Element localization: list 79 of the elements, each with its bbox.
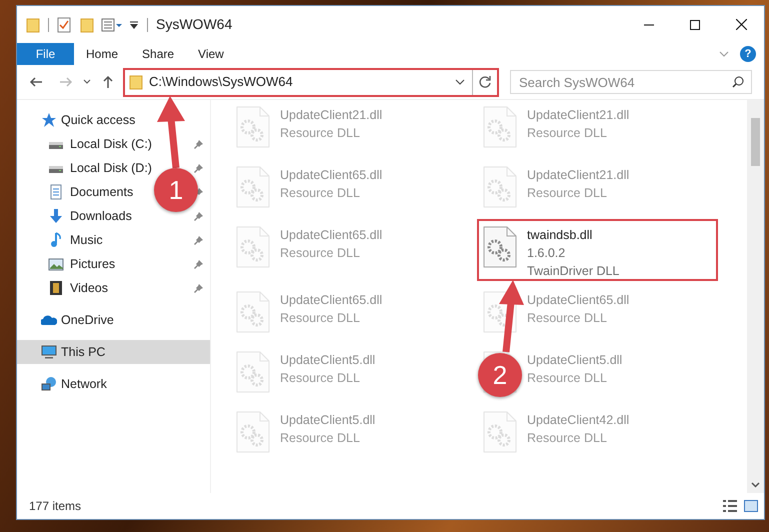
up-arrow-icon[interactable] [101, 75, 115, 89]
pin-icon[interactable] [194, 163, 204, 173]
file-detail: Resource DLL [280, 370, 361, 387]
back-arrow-icon[interactable] [29, 75, 43, 89]
folder-icon[interactable] [26, 16, 40, 32]
file-gears-icon [483, 226, 517, 268]
network-icon [41, 376, 57, 392]
file-gears-icon [236, 351, 270, 393]
folder-icon [129, 74, 143, 90]
music-note-icon [48, 232, 64, 248]
caret-icon[interactable] [83, 78, 91, 86]
maximize-icon [690, 20, 700, 30]
star-icon [41, 112, 57, 128]
document-icon [48, 184, 64, 200]
file-gears-icon [483, 166, 517, 208]
file-menu-tab[interactable]: File [17, 43, 74, 65]
file-detail: TwainDriver DLL [527, 263, 620, 280]
nav-item[interactable]: Pictures [70, 254, 116, 274]
nav-item[interactable]: Downloads [70, 206, 132, 226]
nav-item[interactable]: Videos [70, 278, 108, 298]
file-detail: Resource DLL [280, 245, 361, 262]
scrollbar[interactable] [747, 100, 764, 493]
nav-item[interactable]: Network [17, 372, 210, 396]
address-bar[interactable]: C:\Windows\SysWOW64 [123, 68, 499, 96]
caret-icon[interactable] [129, 20, 139, 30]
file-detail: 1.6.0.2 [527, 245, 566, 262]
file-gears-icon [236, 166, 270, 208]
file-detail: Resource DLL [527, 125, 608, 142]
file-detail: Resource DLL [527, 430, 608, 447]
scrollbar-thumb[interactable] [751, 118, 760, 166]
nav-item[interactable]: Music [70, 230, 103, 250]
file-detail: Resource DLL [280, 430, 361, 447]
file-gears-icon [236, 291, 270, 333]
pin-icon[interactable] [194, 235, 204, 245]
ribbon-tab[interactable]: View [186, 43, 236, 65]
down-arrow-icon [48, 208, 64, 224]
file-gears-icon [483, 106, 517, 148]
item-count: 177 items [29, 498, 82, 515]
picture-icon [48, 256, 64, 272]
ribbon-tab[interactable]: Share [130, 43, 186, 65]
folder-icon[interactable] [80, 16, 94, 32]
details-view-icon[interactable] [722, 499, 738, 513]
ribbon-tab[interactable]: Home [74, 43, 130, 65]
pin-icon[interactable] [194, 139, 204, 149]
checklist-icon[interactable] [57, 16, 71, 32]
address-path: C:\Windows\SysWOW64 [149, 73, 293, 92]
file-gears-icon [236, 411, 270, 453]
file-detail: Resource DLL [280, 125, 361, 142]
file-gears-icon [483, 411, 517, 453]
file-name[interactable]: twaindsb.dll [527, 226, 620, 244]
film-icon [48, 280, 64, 296]
pin-icon[interactable] [194, 259, 204, 269]
nav-item[interactable]: Local Disk (D:) [70, 158, 152, 178]
file-gears-icon [236, 106, 270, 148]
file-detail: Resource DLL [527, 185, 608, 202]
file-detail: Resource DLL [527, 370, 608, 387]
file-detail: Resource DLL [280, 185, 361, 202]
help-button[interactable]: ? [740, 46, 756, 62]
nav-item[interactable]: OneDrive [17, 308, 210, 332]
nav-item[interactable]: This PC [17, 340, 210, 364]
file-detail: Resource DLL [527, 310, 608, 327]
tiles-view-icon[interactable] [744, 500, 758, 512]
pin-icon[interactable] [194, 283, 204, 293]
window-title: SysWOW64 [156, 15, 232, 34]
chevron-down-icon[interactable] [751, 480, 760, 489]
file-gears-icon [236, 226, 270, 268]
close-icon [736, 19, 746, 30]
computer-icon [41, 344, 57, 360]
search-field[interactable]: Search SysWOW64 [510, 70, 752, 94]
pin-icon[interactable] [194, 211, 204, 221]
file-item[interactable]: twaindsb.dll 1.6.0.2 TwainDriver DLL [479, 221, 716, 279]
nav-item[interactable]: Quick access [17, 108, 210, 132]
forward-arrow-icon[interactable] [59, 75, 73, 89]
nav-item[interactable]: Local Disk (C:) [70, 134, 152, 154]
properties-icon[interactable] [101, 18, 123, 32]
search-icon [732, 76, 744, 88]
file-detail: Resource DLL [280, 310, 361, 327]
refresh-icon[interactable] [478, 75, 492, 89]
nav-item[interactable]: Documents [70, 182, 134, 202]
